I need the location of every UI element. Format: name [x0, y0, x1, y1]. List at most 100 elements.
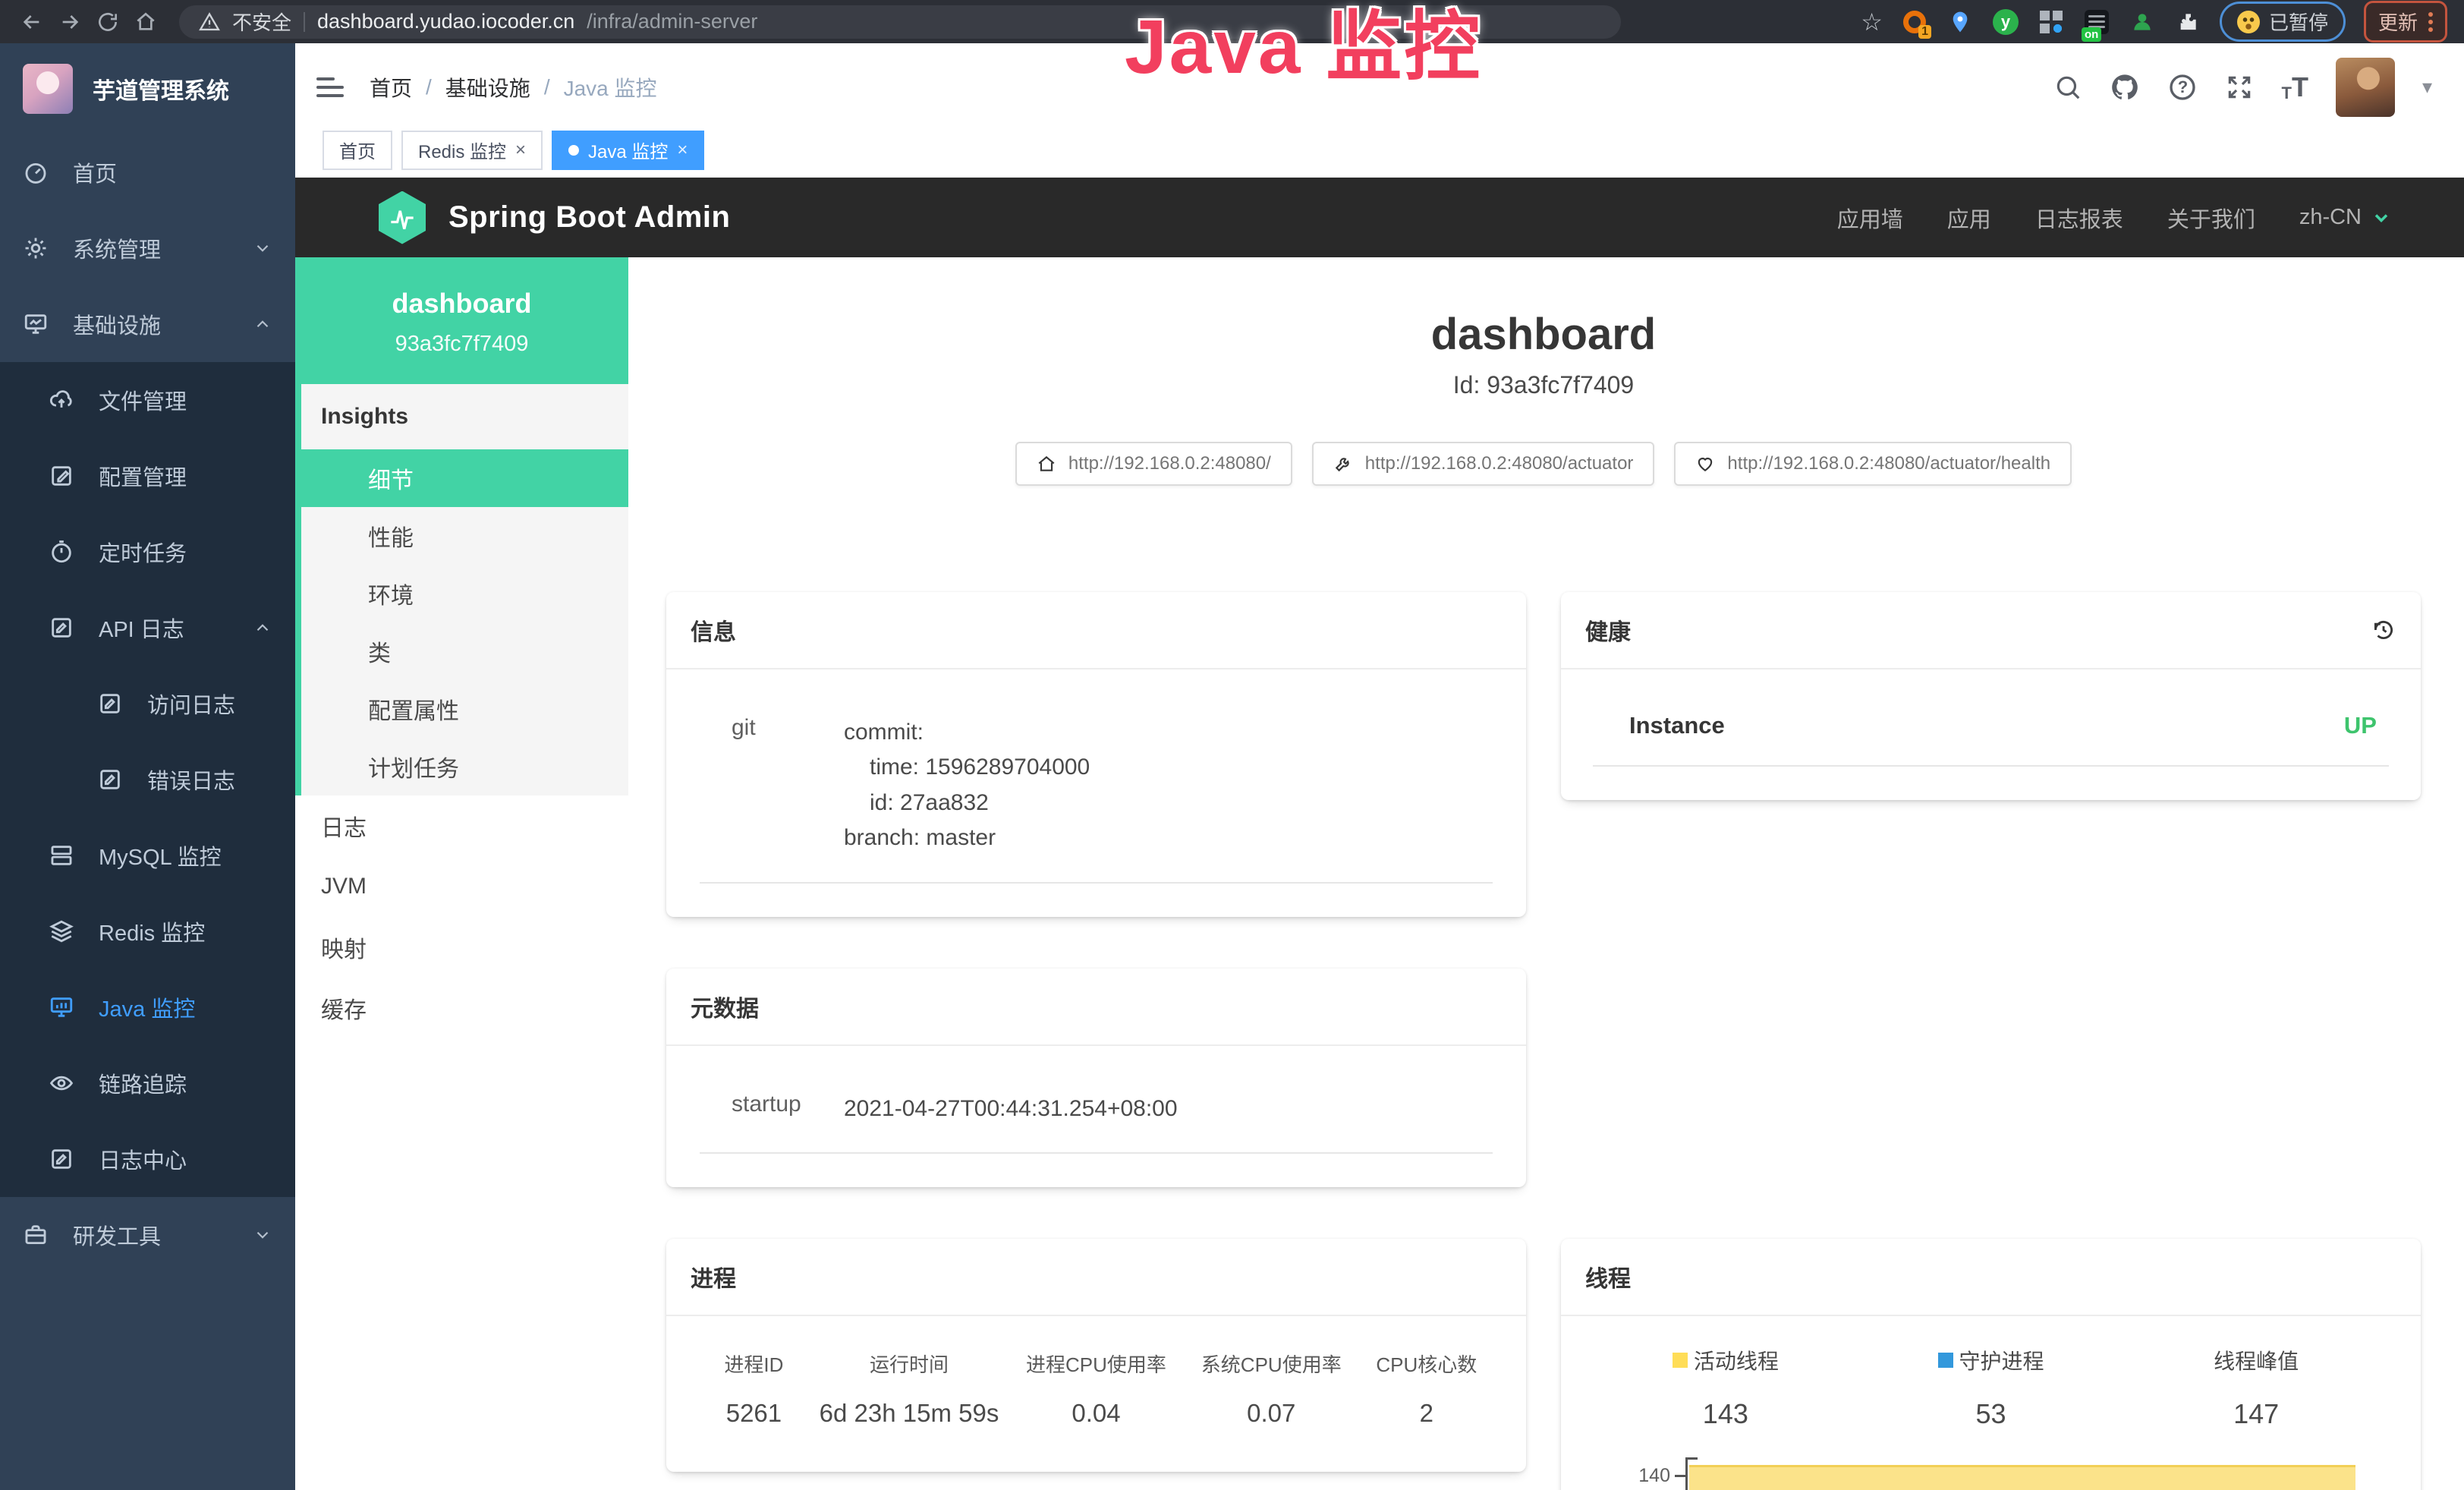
health-panel: 健康 Instance UP — [1561, 592, 2421, 800]
uptime-value: 6d 23h 15m 59s — [810, 1399, 1009, 1428]
chevron-down-icon — [253, 238, 272, 258]
sba-item-config-props[interactable]: 配置属性 — [301, 680, 628, 738]
sba-app-header[interactable]: dashboard 93a3fc7f7409 — [295, 257, 628, 384]
sba-nav-about[interactable]: 关于我们 — [2167, 202, 2255, 234]
spring-boot-admin-logo-icon[interactable] — [379, 191, 426, 244]
forward-icon[interactable] — [55, 7, 85, 37]
sidebar-item-trace[interactable]: 链路追踪 — [0, 1045, 295, 1121]
paused-pill[interactable]: 已暂停 — [2220, 2, 2346, 42]
close-icon[interactable]: × — [515, 140, 526, 161]
fullscreen-icon[interactable] — [2225, 73, 2254, 102]
metadata-panel: 元数据 startup 2021-04-27T00:44:31.254+08:0… — [666, 969, 1526, 1188]
font-size-icon[interactable]: TT — [2281, 71, 2308, 103]
layers-icon — [49, 918, 74, 944]
home-icon — [1037, 454, 1056, 474]
security-label[interactable]: 不安全 — [232, 8, 291, 36]
process-id-value: 5261 — [698, 1399, 810, 1428]
bookmark-star-icon[interactable]: ☆ — [1861, 8, 1883, 36]
gear-icon — [23, 235, 49, 261]
history-icon[interactable] — [2371, 617, 2396, 643]
sba-main: dashboard Id: 93a3fc7f7409 http://192.16… — [628, 257, 2464, 1490]
header-actions: ? TT ▾ — [2053, 58, 2432, 117]
metadata-key: startup — [700, 1092, 844, 1127]
extension-y-icon[interactable]: y — [1992, 8, 2019, 36]
url-host[interactable]: dashboard.yudao.iocoder.cn — [317, 10, 574, 33]
sba-item-metrics[interactable]: 性能 — [301, 507, 628, 565]
sidebar-item-error-log[interactable]: 错误日志 — [0, 742, 295, 817]
sba-item-mappings[interactable]: 映射 — [295, 917, 628, 978]
home-icon[interactable] — [131, 7, 161, 37]
sba-nav-applications[interactable]: 应用 — [1947, 202, 1991, 234]
breadcrumb-home[interactable]: 首页 — [370, 72, 412, 102]
sba-brand[interactable]: Spring Boot Admin — [448, 200, 730, 235]
sidebar-item-home[interactable]: 首页 — [0, 134, 295, 210]
sba-nav-journal[interactable]: 日志报表 — [2035, 202, 2123, 234]
sba-item-logs[interactable]: 日志 — [295, 795, 628, 856]
info-panel: 信息 git commit: time: 1596289704000 id: 2 — [666, 592, 1526, 917]
kebab-menu-icon[interactable] — [2428, 12, 2433, 32]
update-button[interactable]: 更新 — [2364, 1, 2447, 43]
extension-orange-icon[interactable]: 1 — [1901, 8, 1928, 36]
process-col-header: 运行时间 — [810, 1350, 1009, 1378]
sba-nav-wallboard[interactable]: 应用墙 — [1837, 202, 1903, 234]
sba-item-caches[interactable]: 缓存 — [295, 978, 628, 1038]
gauge-icon — [23, 159, 49, 185]
github-icon[interactable] — [2110, 72, 2140, 102]
process-col-header: 进程ID — [698, 1350, 810, 1378]
sidebar-item-infra[interactable]: 基础设施 — [0, 286, 295, 362]
chevron-up-icon — [253, 618, 272, 638]
actuator-url-chip[interactable]: http://192.168.0.2:48080/actuator — [1312, 442, 1655, 486]
search-icon[interactable] — [2053, 73, 2082, 102]
threads-chart-plot — [1685, 1457, 2355, 1490]
sidebar-item-log-center[interactable]: 日志中心 — [0, 1121, 295, 1197]
tab-java-monitor[interactable]: Java 监控 × — [552, 131, 704, 170]
sba-app-id: 93a3fc7f7409 — [303, 332, 621, 357]
sba-insights-group: Insights 细节 性能 环境 类 配置属性 计划任务 — [295, 384, 628, 795]
user-avatar[interactable] — [2336, 58, 2395, 117]
sidebar-item-redis[interactable]: Redis 监控 — [0, 893, 295, 969]
help-icon[interactable]: ? — [2167, 72, 2198, 102]
hamburger-icon[interactable] — [316, 77, 344, 97]
sba-item-environment[interactable]: 环境 — [301, 565, 628, 622]
sba-navbar: Spring Boot Admin 应用墙 应用 日志报表 关于我们 zh-CN — [295, 178, 2464, 257]
sba-item-jvm[interactable]: JVM — [295, 856, 628, 917]
threads-panel: 线程 活动线程 1 — [1561, 1239, 2421, 1490]
extension-grid-icon[interactable] — [2038, 8, 2065, 36]
daemon-threads-legend-icon — [1938, 1353, 1953, 1368]
sidebar-item-jobs[interactable]: 定时任务 — [0, 514, 295, 590]
puzzle-icon[interactable] — [2174, 8, 2201, 36]
tab-redis-monitor[interactable]: Redis 监控 × — [401, 131, 543, 170]
sidebar-item-config[interactable]: 配置管理 — [0, 438, 295, 514]
extension-pin-icon[interactable] — [1946, 8, 1974, 36]
extension-tampermonkey-icon[interactable]: on — [2083, 8, 2110, 36]
sba-item-scheduled-tasks[interactable]: 计划任务 — [301, 738, 628, 795]
live-threads-value: 143 — [1703, 1398, 1748, 1430]
instance-label[interactable]: Instance — [1629, 712, 1725, 739]
sidebar-item-access-log[interactable]: 访问日志 — [0, 666, 295, 742]
app-logo-row[interactable]: 芋道管理系统 — [0, 43, 295, 134]
app-logo-avatar — [23, 64, 73, 114]
sba-item-classes[interactable]: 类 — [301, 622, 628, 680]
sidebar-item-files[interactable]: 文件管理 — [0, 362, 295, 438]
back-icon[interactable] — [17, 7, 47, 37]
annotation-java-monitor: Java 监控 — [1125, 0, 1482, 95]
avatar-caret-icon[interactable]: ▾ — [2422, 75, 2432, 99]
sidebar-item-dev-tools[interactable]: 研发工具 — [0, 1197, 295, 1273]
sidebar-item-java-monitor[interactable]: Java 监控 — [0, 969, 295, 1045]
health-url-chip[interactable]: http://192.168.0.2:48080/actuator/health — [1674, 442, 2072, 486]
edit-square-icon — [49, 463, 74, 489]
info-value: commit: time: 1596289704000 id: 27aa832 … — [844, 715, 1090, 856]
url-path[interactable]: /infra/admin-server — [587, 10, 757, 33]
sidebar-item-system[interactable]: 系统管理 — [0, 210, 295, 286]
extension-person-icon[interactable] — [2129, 8, 2156, 36]
close-icon[interactable]: × — [677, 140, 688, 161]
language-selector[interactable]: zh-CN — [2299, 205, 2392, 230]
sba-item-details[interactable]: 细节 — [301, 449, 628, 507]
sidebar-item-mysql[interactable]: MySQL 监控 — [0, 817, 295, 893]
tab-home[interactable]: 首页 — [323, 131, 392, 170]
service-url-chip[interactable]: http://192.168.0.2:48080/ — [1015, 442, 1292, 486]
reload-icon[interactable] — [93, 7, 123, 37]
breadcrumb-infra[interactable]: 基础设施 — [445, 72, 530, 102]
sidebar-item-api-log[interactable]: API 日志 — [0, 590, 295, 666]
active-dot-icon — [568, 145, 579, 156]
